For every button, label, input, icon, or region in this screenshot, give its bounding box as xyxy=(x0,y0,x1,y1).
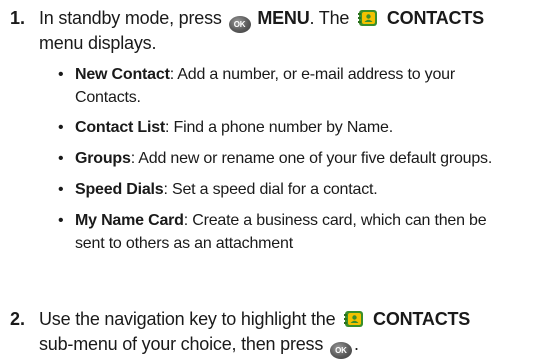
ok-key-icon: OK xyxy=(329,342,352,359)
bullet-dot: • xyxy=(58,119,64,136)
menu-keyword: MENU xyxy=(257,8,310,28)
list-item: • Contact List: Find a phone number by N… xyxy=(58,116,533,139)
item-term: Groups xyxy=(75,150,131,167)
step-number: 2. xyxy=(10,309,26,329)
contacts-keyword: CONTACTS xyxy=(386,8,484,28)
list-item: • Groups: Add new or rename one of your … xyxy=(58,147,533,170)
step-text-segment: In standby mode, press xyxy=(39,8,222,28)
step-text: Use the navigation key to highlight the … xyxy=(39,307,531,359)
step-text: In standby mode, press OK MENU. The CONT… xyxy=(39,6,531,56)
step-text-segment: Use the navigation key to highlight the xyxy=(39,309,336,329)
item-desc: : Set a speed dial for a contact. xyxy=(163,181,378,198)
list-item: • My Name Card: Create a business card, … xyxy=(58,209,533,255)
bullet-dot: • xyxy=(58,181,64,198)
item-term: Contact List xyxy=(75,119,166,136)
contacts-book-icon xyxy=(344,311,364,327)
item-term: My Name Card xyxy=(75,212,184,229)
list-item: • New Contact: Add a number, or e-mail a… xyxy=(58,63,533,109)
item-desc: : Create a business card, which can then… xyxy=(183,212,487,229)
item-desc: : Add a number, or e-mail address to you… xyxy=(169,66,455,83)
step-number: 1. xyxy=(10,8,26,28)
ok-key-icon: OK xyxy=(228,16,251,33)
item-term: New Contact xyxy=(75,66,170,83)
step-text-line: menu displays. xyxy=(39,33,157,53)
bullet-dot: • xyxy=(58,150,64,167)
item-desc: : Find a phone number by Name. xyxy=(165,119,393,136)
contacts-keyword: CONTACTS xyxy=(373,309,471,329)
contacts-submenu-list: • New Contact: Add a number, or e-mail a… xyxy=(58,63,533,255)
item-desc: : Add new or rename one of your five def… xyxy=(130,150,493,167)
item-desc: sent to others as an attachment xyxy=(75,235,293,252)
bullet-dot: • xyxy=(58,212,64,229)
manual-page: 1. In standby mode, press OK MENU. The C… xyxy=(0,0,539,360)
list-item: • Speed Dials: Set a speed dial for a co… xyxy=(58,178,533,201)
step-text-segment: . The xyxy=(309,8,350,28)
item-desc: Contacts. xyxy=(75,89,141,106)
step-text-segment: . xyxy=(353,334,359,354)
contacts-book-icon xyxy=(358,10,378,26)
item-term: Speed Dials xyxy=(75,181,164,198)
step-text-segment: sub-menu of your choice, then press xyxy=(39,334,324,354)
bullet-dot: • xyxy=(58,66,64,83)
